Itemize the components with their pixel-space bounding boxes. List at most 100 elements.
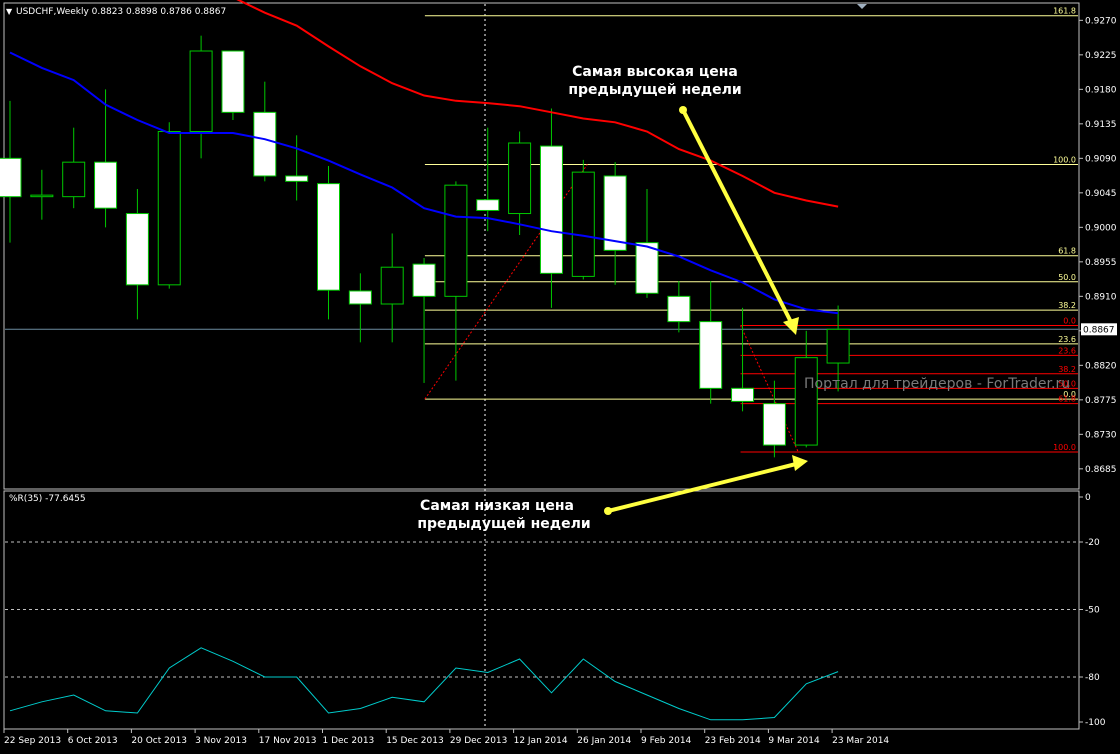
time-tick-label: 22 Sep 2013 (4, 736, 61, 746)
price-tick-label: 0.9225 (1085, 51, 1117, 61)
price-tick-label: 0.9090 (1085, 154, 1117, 164)
wpr-tick-label: -20 (1085, 538, 1100, 548)
candle-body (412, 263, 436, 297)
time-axis: 22 Sep 2013 6 Oct 2013 20 Oct 2013 3 Nov 20… (3, 729, 889, 746)
price-tick-label: 0.8775 (1085, 396, 1117, 406)
time-tick-label: 20 Oct 2013 (131, 736, 187, 746)
candle-body (794, 357, 818, 446)
price-tick-label: 0.9000 (1085, 223, 1117, 233)
candle-body (508, 142, 532, 215)
wpr-tick-label: -50 (1085, 606, 1100, 616)
wpr-level-lines (5, 541, 1078, 678)
candle-body (317, 183, 340, 291)
candle-body (826, 328, 850, 364)
time-tick-label: 9 Feb 2014 (641, 736, 692, 746)
time-tick-label: 12 Jan 2014 (514, 736, 568, 746)
price-axis: 0.9270 0.9225 0.9180 0.9135 0.9090 0.9045 0.90… (1079, 16, 1117, 475)
fib-red-level-label: 38.2 (1058, 365, 1076, 374)
chart-window[interactable]: 161.8 100.0 61.8 50.0 38.2 23.6 0.0 0.0 23.6 38.… (0, 0, 1120, 750)
fib-main-level-label: 23.6 (1058, 335, 1076, 344)
fib-main-level-label: 38.2 (1058, 301, 1076, 310)
triangle-down-icon[interactable]: ▼ (6, 7, 13, 16)
candle (221, 50, 245, 120)
candle-body (635, 242, 659, 294)
candle (380, 233, 404, 343)
candle (476, 127, 500, 232)
candle-body (62, 161, 86, 198)
candle-body (476, 199, 500, 211)
symbol-header: USDCHF,Weekly 0.8823 0.8898 0.8786 0.886… (16, 7, 226, 17)
candle (571, 159, 595, 280)
indicator-title: %R(35) -77.6455 (9, 494, 86, 504)
indicator-axis: 0 -20 -50 -80 -100 (1079, 493, 1106, 728)
candle-body (94, 161, 118, 209)
candle-body (571, 171, 595, 277)
candle (412, 258, 436, 383)
candle (699, 281, 723, 404)
candle-body (667, 295, 691, 323)
annotation-high-line1: Самая высокая цена (572, 64, 738, 80)
price-tick-label: 0.8685 (1085, 465, 1117, 475)
candle (762, 380, 786, 458)
fib-red-level-label: 100.0 (1053, 443, 1076, 452)
wpr-tick-label: -80 (1085, 673, 1100, 683)
candle-body (762, 403, 786, 446)
candlesticks[interactable] (0, 35, 850, 458)
fib-main-level-label: 161.8 (1053, 7, 1076, 16)
wpr-tick-label: -100 (1085, 718, 1106, 728)
candle-body (285, 175, 309, 182)
time-tick-label: 17 Nov 2013 (259, 736, 317, 746)
candle (635, 189, 659, 298)
candle (508, 131, 532, 235)
scroll-marker-icon[interactable] (857, 4, 867, 9)
price-tick-label: 0.9270 (1085, 16, 1117, 26)
fib-red-level-label: 23.6 (1058, 346, 1076, 355)
time-tick-label: 23 Feb 2014 (705, 736, 761, 746)
watermark: Портал для трейдеров - ForTrader.ru (804, 376, 1070, 392)
candle-body (30, 194, 54, 198)
candle (317, 166, 340, 320)
candle (253, 81, 277, 182)
time-tick-label: 23 Mar 2014 (832, 736, 889, 746)
candle-body (539, 145, 563, 274)
time-tick-label: 6 Oct 2013 (68, 736, 118, 746)
candle (189, 35, 213, 159)
candle (667, 281, 691, 333)
price-tick-label: 0.9180 (1085, 85, 1117, 95)
time-tick-label: 15 Dec 2013 (386, 736, 444, 746)
candle (348, 273, 372, 343)
candle (731, 307, 755, 412)
annotation-low-line1: Самая низкая цена (420, 498, 574, 514)
candle-body (380, 266, 404, 305)
chart-svg[interactable]: 161.8100.061.850.038.223.60.0 0.023.638.… (0, 0, 1120, 750)
candle (0, 100, 22, 243)
arrow-high (679, 106, 799, 335)
candle-body (699, 321, 723, 389)
williams-r-line[interactable] (9, 647, 839, 721)
annotation-low-line2: предыдущей недели (417, 516, 590, 532)
price-tick-label: 0.8955 (1085, 258, 1117, 268)
candle (62, 127, 86, 209)
current-price-text: 0.8867 (1083, 325, 1115, 335)
fib-main-level-label: 61.8 (1058, 247, 1076, 256)
fib-red-level-label: 0.0 (1063, 316, 1076, 325)
candle (125, 189, 149, 320)
candle-body (157, 131, 181, 286)
candle-body (125, 213, 149, 286)
candle (539, 108, 563, 308)
candle-body (253, 111, 277, 177)
annotation-high-line2: предыдущей недели (568, 82, 741, 98)
fib-main-level-label: 50.0 (1058, 273, 1076, 282)
time-tick-label: 9 Mar 2014 (768, 736, 820, 746)
candle-body (731, 387, 755, 402)
candle (444, 181, 468, 381)
candle (285, 135, 309, 201)
candle-body (444, 184, 468, 297)
candle (157, 122, 181, 289)
moving-average-slow[interactable] (233, 0, 839, 208)
price-tick-label: 0.8820 (1085, 361, 1117, 371)
candle (94, 89, 118, 228)
current-price-label: 0.8867 (1081, 323, 1117, 336)
arrow-low (604, 455, 808, 515)
time-tick-label: 1 Dec 2013 (323, 736, 375, 746)
